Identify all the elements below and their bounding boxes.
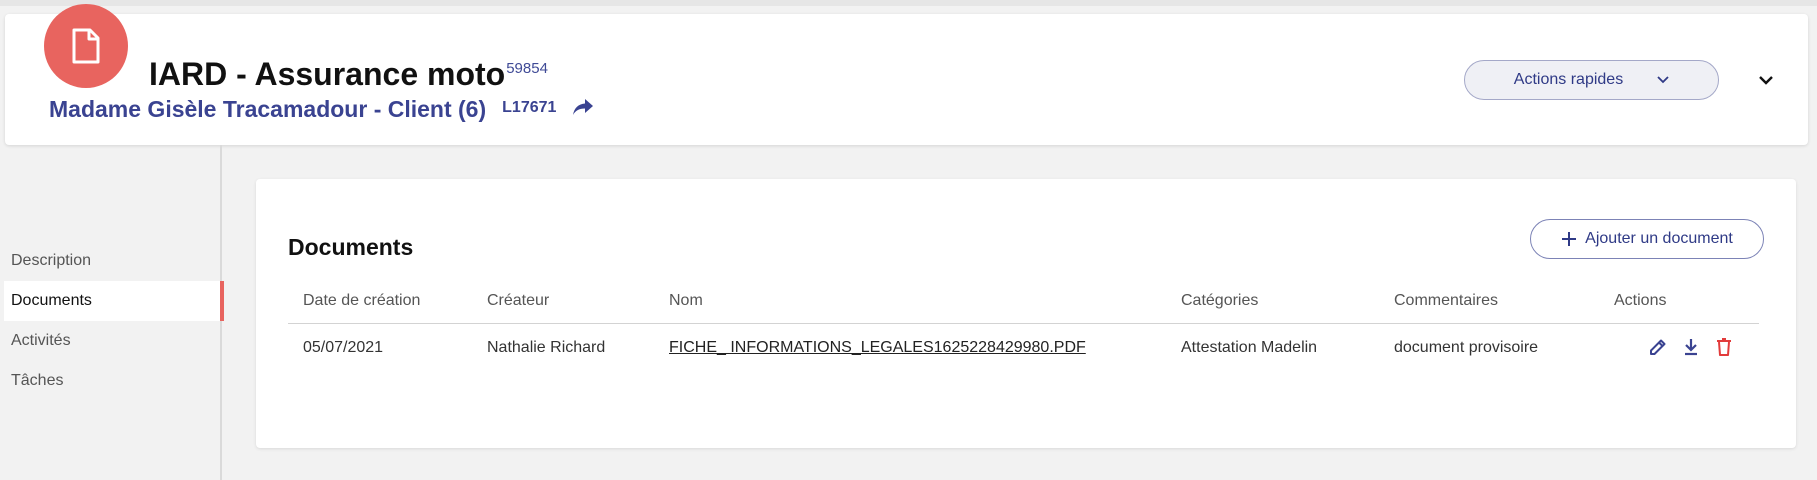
document-name-link[interactable]: FICHE_ INFORMATIONS_LEGALES1625228429980… bbox=[669, 339, 1086, 357]
add-document-label: Ajouter un document bbox=[1585, 230, 1733, 247]
client-code: L17671 bbox=[502, 98, 557, 116]
documents-table: Date de création Créateur Nom Catégories… bbox=[288, 279, 1759, 376]
sidebar-item-documents[interactable]: Documents bbox=[4, 281, 224, 321]
quick-actions-dropdown[interactable]: Actions rapides bbox=[1464, 60, 1719, 100]
cell-creator: Nathalie Richard bbox=[487, 339, 606, 356]
sidebar: Description Documents Activités Tâches bbox=[0, 145, 224, 480]
column-header: Nom bbox=[669, 292, 703, 309]
document-badge bbox=[44, 4, 128, 88]
quick-actions-label: Actions rapides bbox=[1513, 71, 1624, 88]
chevron-down-icon bbox=[1657, 76, 1669, 84]
plus-icon bbox=[1561, 231, 1577, 247]
edit-icon[interactable] bbox=[1647, 336, 1669, 358]
client-name-link[interactable]: Madame Gisèle Tracamadour - Client (6) bbox=[49, 96, 486, 123]
sidebar-item-label: Tâches bbox=[11, 372, 64, 389]
sidebar-item-label: Activités bbox=[11, 332, 71, 349]
sidebar-item-label: Description bbox=[11, 252, 92, 269]
table-header: Date de création Créateur Nom Catégories… bbox=[288, 279, 1759, 324]
collapse-header-button[interactable] bbox=[1755, 69, 1777, 91]
client-line: Madame Gisèle Tracamadour - Client (6) L… bbox=[49, 96, 596, 123]
section-title: Documents bbox=[288, 234, 414, 260]
sidebar-item-description[interactable]: Description bbox=[4, 241, 222, 281]
chevron-down-icon bbox=[1759, 76, 1773, 85]
column-header: Date de création bbox=[303, 292, 421, 309]
sidebar-item-label: Documents bbox=[11, 292, 92, 309]
title-ref: 59854 bbox=[506, 60, 548, 77]
cell-date: 05/07/2021 bbox=[303, 339, 384, 356]
header-card: IARD - Assurance moto 59854 Madame Gisèl… bbox=[5, 14, 1808, 145]
documents-card: Documents Ajouter un document Date de cr… bbox=[256, 179, 1796, 448]
top-strip bbox=[0, 0, 1817, 6]
cell-category: Attestation Madelin bbox=[1181, 339, 1318, 356]
column-header: Catégories bbox=[1181, 292, 1259, 309]
title-text: IARD - Assurance moto bbox=[149, 56, 506, 92]
row-actions bbox=[1647, 336, 1735, 358]
column-header: Actions bbox=[1614, 292, 1667, 309]
table-row: 05/07/2021 Nathalie Richard FICHE_ INFOR… bbox=[288, 324, 1759, 376]
add-document-button[interactable]: Ajouter un document bbox=[1530, 219, 1764, 259]
column-header: Créateur bbox=[487, 292, 550, 309]
download-icon[interactable] bbox=[1680, 336, 1702, 358]
page-title: IARD - Assurance moto 59854 bbox=[149, 56, 548, 93]
delete-icon[interactable] bbox=[1713, 336, 1735, 358]
document-icon bbox=[72, 28, 100, 64]
column-header: Commentaires bbox=[1394, 292, 1499, 309]
sidebar-item-taches[interactable]: Tâches bbox=[4, 361, 222, 401]
cell-comment: document provisoire bbox=[1394, 339, 1539, 356]
share-icon[interactable] bbox=[572, 98, 596, 118]
sidebar-item-activites[interactable]: Activités bbox=[4, 321, 222, 361]
